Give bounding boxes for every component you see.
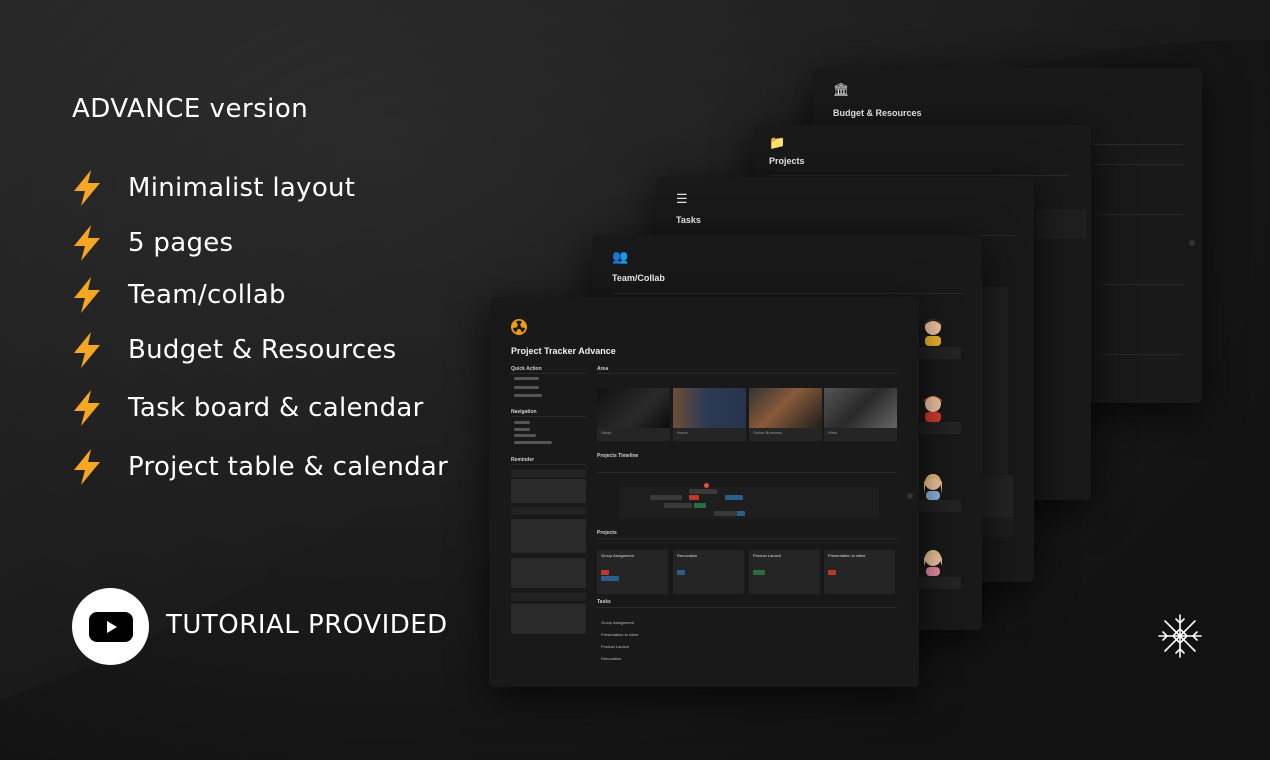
area-heading: Area bbox=[597, 366, 609, 372]
task-group[interactable]: Group Assignment bbox=[601, 620, 634, 625]
feature-text: Budget & Resources bbox=[128, 335, 397, 365]
promo-canvas: ADVANCE version Minimalist layout 5 page… bbox=[0, 0, 1270, 760]
screen-title: Projects bbox=[769, 156, 805, 166]
page-title: Project Tracker Advance bbox=[511, 346, 616, 356]
screen-title: Budget & Resources bbox=[833, 108, 922, 118]
area-card[interactable]: Work bbox=[824, 428, 897, 441]
area-image-work[interactable] bbox=[824, 388, 897, 428]
screen-title: Tasks bbox=[676, 215, 701, 225]
project-card[interactable]: Product Launch bbox=[749, 550, 820, 594]
reminder-heading: Reminder bbox=[511, 457, 535, 463]
project-card[interactable]: Renovation bbox=[673, 550, 744, 594]
feature-text: Task board & calendar bbox=[128, 393, 424, 423]
feature-text: 5 pages bbox=[128, 228, 234, 258]
project-card[interactable]: Group Assignment bbox=[597, 550, 668, 594]
feature-item: 5 pages bbox=[70, 223, 233, 263]
area-card[interactable]: Study bbox=[597, 428, 670, 441]
snowflake-logo-icon bbox=[1158, 614, 1202, 658]
youtube-badge[interactable] bbox=[72, 588, 149, 665]
area-image-online-business[interactable] bbox=[749, 388, 822, 428]
screen-title: Team/Collab bbox=[612, 273, 665, 283]
area-image-study[interactable] bbox=[597, 388, 670, 428]
tasks-heading: Tasks bbox=[597, 599, 611, 605]
feature-text: Minimalist layout bbox=[128, 173, 356, 203]
avatar-icon bbox=[924, 474, 942, 500]
area-image-home[interactable] bbox=[673, 388, 746, 428]
projects-heading: Projects bbox=[597, 530, 617, 536]
lightning-bolt-icon bbox=[74, 449, 100, 485]
lightning-bolt-icon bbox=[74, 170, 100, 206]
youtube-play-icon bbox=[88, 611, 133, 642]
task-group[interactable]: Presentation to client bbox=[601, 632, 638, 637]
navigation-heading: Navigation bbox=[511, 409, 537, 415]
folder-icon: 📁 bbox=[769, 135, 786, 150]
feature-item: Project table & calendar bbox=[70, 447, 448, 487]
feature-item: Team/collab bbox=[70, 275, 286, 315]
timeline-heading: Projects Timeline bbox=[597, 453, 639, 459]
project-card[interactable]: Presentation to client bbox=[824, 550, 895, 594]
area-card[interactable]: Online Business bbox=[749, 428, 822, 441]
task-group[interactable]: Product Launch bbox=[601, 644, 629, 649]
radiation-icon bbox=[511, 319, 527, 335]
people-icon: 👥 bbox=[612, 249, 629, 264]
task-group[interactable]: Renovation bbox=[601, 656, 621, 661]
feature-text: Project table & calendar bbox=[128, 452, 449, 482]
screen-main: Project Tracker Advance Quick Action Nav… bbox=[489, 297, 919, 687]
lightning-bolt-icon bbox=[74, 332, 100, 368]
feature-item: Task board & calendar bbox=[70, 388, 423, 428]
feature-item: Budget & Resources bbox=[70, 330, 396, 370]
feature-item: Minimalist layout bbox=[70, 168, 355, 208]
tutorial-label: TUTORIAL PROVIDED bbox=[166, 610, 448, 640]
lightning-bolt-icon bbox=[74, 277, 100, 313]
lightning-bolt-icon bbox=[74, 390, 100, 426]
bank-icon: 🏛 bbox=[833, 82, 850, 97]
list-icon: ☰ bbox=[676, 191, 688, 206]
area-card[interactable]: Home bbox=[673, 428, 746, 441]
version-heading: ADVANCE version bbox=[72, 94, 309, 124]
avatar-icon bbox=[924, 550, 942, 576]
avatar-icon bbox=[924, 318, 942, 346]
avatar-icon bbox=[924, 396, 942, 422]
timeline-grid bbox=[619, 487, 879, 519]
lightning-bolt-icon bbox=[74, 225, 100, 261]
quick-action-heading: Quick Action bbox=[511, 366, 542, 372]
feature-text: Team/collab bbox=[128, 280, 286, 310]
